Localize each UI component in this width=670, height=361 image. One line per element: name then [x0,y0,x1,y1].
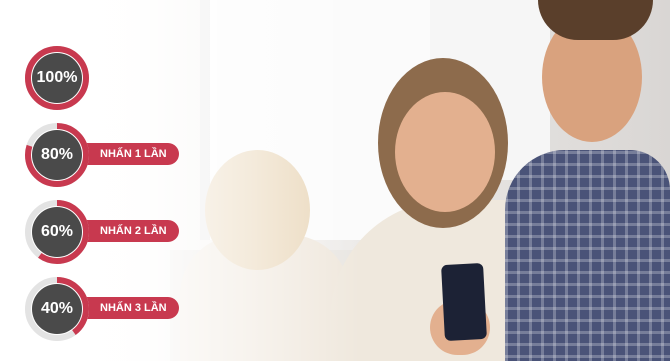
level-percent: 60% [40,223,74,240]
level-percent: 40% [40,300,74,317]
smartphone [441,262,487,342]
man-shirt [505,150,670,361]
level-percent: 100% [36,69,78,86]
woman-face [395,92,495,212]
level-percent: 80% [40,146,74,163]
